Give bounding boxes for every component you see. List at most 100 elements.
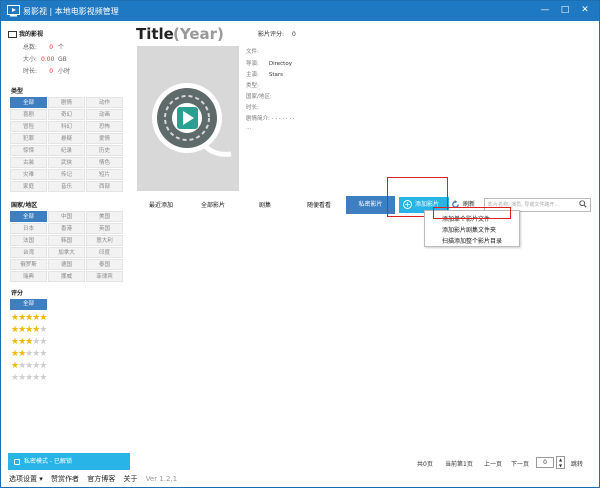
type-tag[interactable]: 武侠: [48, 157, 85, 168]
tab-all-movies[interactable]: 全部影片: [201, 200, 225, 209]
info-label: 类型:: [246, 83, 259, 89]
type-tag[interactable]: 全部: [10, 97, 47, 108]
rating-filter-all[interactable]: 全部: [10, 299, 47, 310]
info-label: 主演:: [246, 72, 259, 78]
region-tag[interactable]: 德国: [48, 259, 85, 270]
type-tag[interactable]: 冒险: [10, 121, 47, 132]
type-tag[interactable]: 情色: [86, 157, 123, 168]
region-tag[interactable]: 瑞典: [10, 271, 47, 282]
type-tag[interactable]: 历史: [86, 145, 123, 156]
type-tag[interactable]: 纪录: [48, 145, 85, 156]
menu-scan-directory[interactable]: 扫描添加整个影片目录: [442, 236, 502, 245]
star-rating-row[interactable]: ★★★★★: [11, 374, 47, 383]
type-tag[interactable]: 动作: [86, 97, 123, 108]
type-tag[interactable]: 剧情: [48, 97, 85, 108]
info-label: 国家/地区:: [246, 94, 272, 100]
region-tag[interactable]: 泰国: [86, 259, 123, 270]
stat-label: 大小:: [23, 56, 38, 63]
region-tag[interactable]: 香港: [48, 223, 85, 234]
info-file: 文件:: [246, 47, 269, 55]
type-tag[interactable]: 犯罪: [10, 133, 47, 144]
region-tag[interactable]: 全部: [10, 211, 47, 222]
type-tag[interactable]: 恐怖: [86, 121, 123, 132]
region-tag[interactable]: 挪威: [48, 271, 85, 282]
pager-jump[interactable]: 跳转: [571, 459, 583, 468]
app-window: 易影视 | 本地电影视频管理 — □ ✕ 我的影视 总数: 0 个 大小: 0.00 G…: [0, 0, 600, 488]
movie-year: (Year): [173, 25, 224, 43]
minimize-button[interactable]: —: [535, 2, 555, 18]
region-tag[interactable]: 意大利: [86, 235, 123, 246]
type-tag[interactable]: 传记: [48, 169, 85, 180]
type-tag[interactable]: 喜剧: [10, 109, 47, 120]
region-tag[interactable]: 中国: [48, 211, 85, 222]
movie-poster[interactable]: [137, 46, 239, 191]
stat-label: 总数:: [23, 44, 38, 51]
type-tag[interactable]: 古装: [10, 157, 47, 168]
region-tag[interactable]: 俄罗斯: [10, 259, 47, 270]
region-section-label: 国家/地区: [11, 202, 38, 209]
region-tag[interactable]: 英国: [86, 223, 123, 234]
star-rating-row[interactable]: ★★★★★: [11, 314, 47, 323]
type-tag[interactable]: 科幻: [48, 121, 85, 132]
type-tag[interactable]: 动画: [86, 109, 123, 120]
info-label: 剧情简介:: [246, 116, 270, 122]
type-tag[interactable]: 短片: [86, 169, 123, 180]
stat-unit: 个: [58, 44, 65, 51]
star-rating-row[interactable]: ★★★★★: [11, 326, 47, 335]
region-tag[interactable]: 韩国: [48, 235, 85, 246]
info-label: 文件:: [246, 49, 259, 55]
region-tag[interactable]: 菲律宾: [86, 271, 123, 282]
pager-current: 当前第1页: [445, 461, 473, 468]
privacy-label: 私密模式 - 已解锁: [24, 458, 72, 465]
info-value: Directoy: [268, 61, 292, 67]
type-tag[interactable]: 音乐: [48, 181, 85, 192]
pager-prev[interactable]: 上一页: [484, 459, 502, 468]
type-tag[interactable]: 奇幻: [48, 109, 85, 120]
stat-total: 总数: 0 个: [23, 42, 64, 51]
type-tag[interactable]: 灾难: [10, 169, 47, 180]
tab-recent[interactable]: 最近添加: [149, 200, 173, 209]
settings-menu[interactable]: 选项设置 ▾: [9, 475, 43, 483]
region-tag[interactable]: 美国: [86, 211, 123, 222]
window-title: 易影视 | 本地电影视频管理: [23, 7, 119, 16]
star-rating-row[interactable]: ★★★★★: [11, 362, 47, 371]
star-icon: ★: [39, 337, 47, 347]
star-rating-row[interactable]: ★★★★★: [11, 337, 47, 347]
tab-random[interactable]: 随便看看: [307, 200, 331, 209]
about-link[interactable]: 关于: [123, 475, 137, 483]
region-tag[interactable]: 印度: [86, 247, 123, 258]
type-tag[interactable]: 西部: [86, 181, 123, 192]
rating-section-label: 评分: [11, 290, 24, 297]
type-tag[interactable]: 悬疑: [48, 133, 85, 144]
maximize-button[interactable]: □: [555, 2, 575, 18]
close-button[interactable]: ✕: [575, 2, 595, 18]
pager-next[interactable]: 下一页: [511, 459, 529, 468]
star-rating-row[interactable]: ★★★★★: [11, 350, 47, 359]
info-label: 时长:: [246, 105, 259, 111]
type-section-label: 类型: [11, 88, 24, 95]
stat-duration: 时长: 0 小时: [23, 66, 70, 75]
blog-link[interactable]: 官方博客: [87, 475, 115, 483]
type-tag[interactable]: 惊悚: [10, 145, 47, 156]
menu-add-series-folder[interactable]: 添加影片剧集文件夹: [442, 225, 496, 234]
version-label: Ver 1.2.1: [145, 475, 178, 483]
search-icon[interactable]: [579, 200, 587, 208]
type-tag[interactable]: 爱情: [86, 133, 123, 144]
rating-value: 0: [292, 31, 296, 38]
region-tag[interactable]: 台湾: [10, 247, 47, 258]
stat-unit: GB: [58, 56, 67, 63]
info-label: 导演:: [246, 61, 259, 67]
stats-header-label: 我的影视: [19, 31, 44, 38]
region-tag[interactable]: 日本: [10, 223, 47, 234]
donate-link[interactable]: 赞赏作者: [51, 475, 79, 483]
region-tag[interactable]: 法国: [10, 235, 47, 246]
page-number-input[interactable]: 0: [536, 457, 554, 468]
tab-series[interactable]: 剧集: [259, 200, 271, 209]
type-tag[interactable]: 家庭: [10, 181, 47, 192]
region-tag[interactable]: 加拿大: [48, 247, 85, 258]
privacy-mode-button[interactable]: 私密模式 - 已解锁: [8, 453, 130, 470]
info-genre: 类型:: [246, 81, 269, 89]
type-filter-grid: 全部 剧情 动作喜剧 奇幻 动画冒险 科幻 恐怖犯罪 悬疑 爱情惊悚 纪录 历史古装 武侠 情色灾难 传记…: [10, 97, 126, 192]
chevron-down-icon[interactable]: ▼: [557, 463, 564, 469]
page-stepper[interactable]: ▲ ▼: [556, 456, 565, 469]
